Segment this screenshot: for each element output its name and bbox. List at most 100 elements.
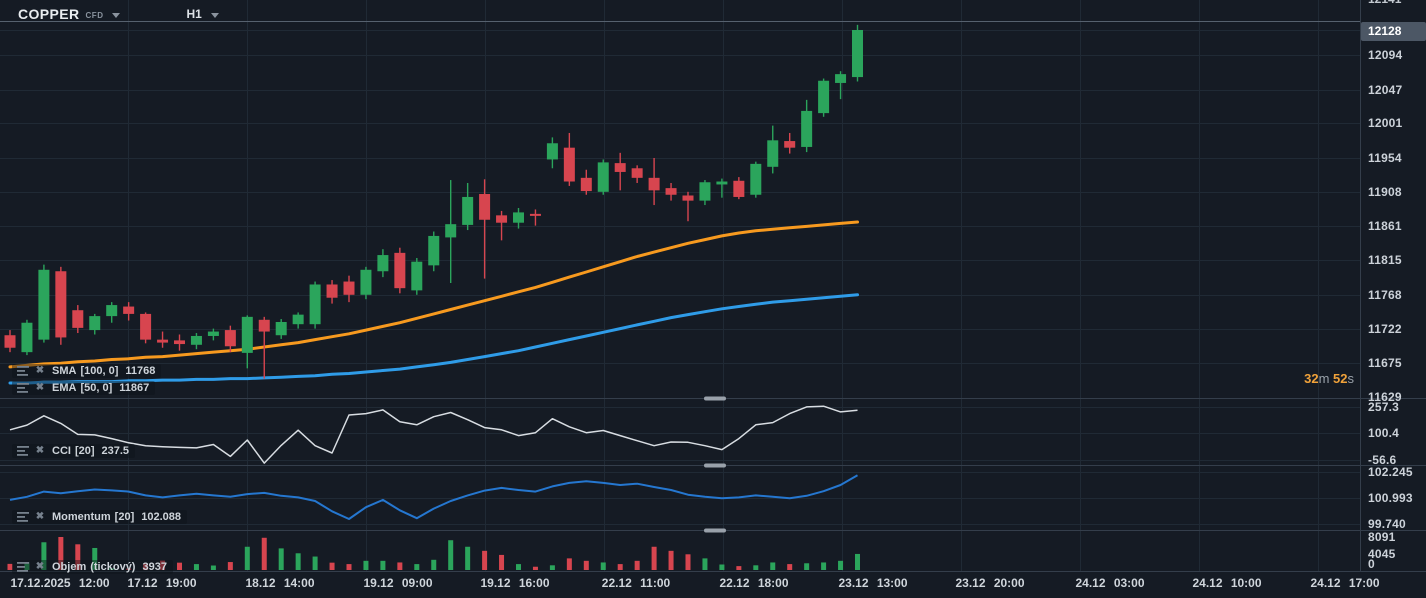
indicator-legend-sma: ✖ SMA [100, 0] 11768 (12, 364, 161, 378)
candle-body (360, 270, 371, 295)
instrument-type-badge: CFD (86, 11, 104, 20)
indicator-value: 237.5 (102, 445, 130, 457)
volume-bar (550, 565, 555, 570)
candle-body (106, 305, 117, 316)
candle-body (293, 315, 304, 325)
volume-bar (177, 563, 182, 570)
chevron-down-icon (211, 13, 219, 18)
indicator-legend-volume: ✖ Objem (tickový) 3937 (12, 560, 173, 574)
candle-body (191, 336, 202, 345)
candle-body (615, 163, 626, 172)
indicator-remove-icon[interactable]: ✖ (33, 561, 47, 573)
volume-bar (804, 563, 809, 570)
pane-resize-handle[interactable] (704, 529, 726, 533)
volume-axis-tick: 8091 (1368, 530, 1396, 544)
indicator-params: [20] (75, 445, 95, 457)
volume-bar (618, 564, 623, 570)
price-axis-tick: 11768 (1368, 288, 1402, 302)
price-axis-tick: 11954 (1368, 151, 1402, 165)
candle-body (462, 197, 473, 225)
volume-bar (652, 547, 657, 570)
pane-resize-handle[interactable] (704, 397, 726, 401)
price-axis-tick: 11861 (1368, 219, 1402, 233)
candle-body (852, 30, 863, 77)
candle-body (140, 314, 151, 340)
candle-body (377, 255, 388, 271)
candle-body (89, 316, 100, 330)
pane-resize-handle[interactable] (704, 464, 726, 468)
cci-axis-tick: 100.4 (1368, 426, 1399, 440)
volume-bar (516, 564, 521, 570)
time-axis[interactable]: 17.12.2025 12:0017.12 19:0018.12 14:0019… (0, 572, 1426, 598)
indicator-value: 3937 (142, 561, 166, 573)
volume-bar (414, 564, 419, 570)
candle-body (174, 340, 185, 344)
price-axis-tick: 11815 (1368, 253, 1402, 267)
candle-body (55, 271, 66, 337)
candle-body (801, 111, 812, 147)
indicator-remove-icon[interactable]: ✖ (33, 445, 47, 457)
chevron-down-icon (112, 13, 120, 18)
indicator-name: Objem (52, 561, 86, 573)
indicator-params: [20] (115, 511, 135, 523)
indicator-value: 11768 (125, 365, 155, 377)
timeframe-selector[interactable]: H1 (186, 7, 218, 21)
volume-bar (431, 560, 436, 570)
candle-body (38, 270, 49, 340)
indicator-settings-icon[interactable] (16, 445, 30, 457)
indicator-legend-ema: ✖ EMA [50, 0] 11867 (12, 381, 155, 395)
volume-bar (686, 554, 691, 570)
price-axis[interactable]: 12141 12128 1209412047120011195411908118… (1360, 0, 1426, 598)
volume-bar (770, 562, 775, 570)
chart-canvas[interactable] (0, 0, 1426, 598)
price-axis-tick: 11908 (1368, 185, 1402, 199)
candle-body (428, 236, 439, 265)
volume-bar (669, 551, 674, 570)
volume-bar (482, 551, 487, 570)
candle-body (750, 164, 761, 195)
volume-bar (533, 567, 538, 570)
current-price-tag: 12128 (1361, 22, 1426, 41)
indicator-remove-icon[interactable]: ✖ (33, 365, 47, 377)
candle-body (242, 317, 253, 353)
candle-body (733, 181, 744, 197)
indicator-name: CCI (52, 445, 71, 457)
time-axis-label: 24.12 17:00 (1275, 576, 1415, 590)
candle-body (699, 182, 710, 200)
symbol-name: COPPER (18, 6, 80, 22)
candle-body (835, 74, 846, 83)
candle-body (496, 215, 507, 222)
indicator-remove-icon[interactable]: ✖ (33, 511, 47, 523)
indicator-settings-icon[interactable] (16, 561, 30, 573)
volume-bar (719, 564, 724, 570)
candle-body (208, 332, 219, 336)
volume-bar (601, 562, 606, 570)
volume-bar (279, 548, 284, 570)
symbol-selector[interactable]: COPPER CFD (18, 6, 120, 22)
momentum-axis-tick: 100.993 (1368, 491, 1413, 505)
indicator-settings-icon[interactable] (16, 382, 30, 394)
volume-bar (702, 558, 707, 570)
timeframe-label: H1 (186, 7, 201, 21)
indicator-value: 102.088 (141, 511, 181, 523)
price-axis-tick: 12001 (1368, 116, 1402, 130)
volume-bar (584, 561, 589, 570)
volume-bar (787, 564, 792, 570)
time-axis-label: 19.12 16:00 (445, 576, 585, 590)
candle-body (683, 195, 694, 200)
candle-body (581, 178, 592, 191)
volume-bar (855, 554, 860, 570)
volume-bar (313, 557, 318, 570)
candle-body (513, 212, 524, 222)
volume-bar (736, 566, 741, 570)
candle-body (327, 284, 338, 297)
price-axis-tick: 12094 (1368, 48, 1402, 62)
volume-bar (448, 540, 453, 570)
momentum-axis-tick: 99.740 (1368, 517, 1406, 531)
indicator-settings-icon[interactable] (16, 365, 30, 377)
indicator-settings-icon[interactable] (16, 511, 30, 523)
candle-body (479, 194, 490, 220)
indicator-remove-icon[interactable]: ✖ (33, 382, 47, 394)
candles-layer (5, 25, 864, 379)
candle-body (784, 141, 795, 148)
